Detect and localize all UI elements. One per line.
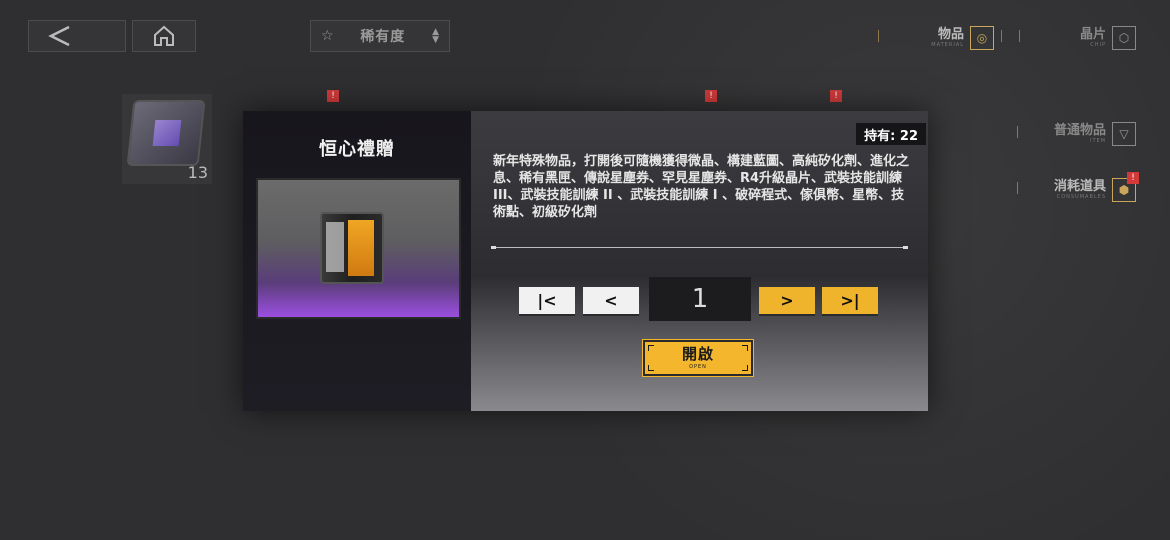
chevron-right-icon: > [780,291,794,310]
back-button[interactable] [28,20,126,52]
divider-mark [1017,182,1018,194]
category-material[interactable]: 物品 MATERIAL ◎ [931,22,994,54]
max-quantity-button[interactable]: >| [822,287,878,314]
inventory-item[interactable]: 13 [122,94,212,184]
chip-item-icon [126,100,206,166]
new-badge: ! [830,90,842,102]
corner-mark [742,345,748,351]
gift-box-icon [320,212,384,284]
category-item[interactable]: 普通物品 ITEM ▽ [1054,118,1136,150]
item-title: 恒心禮贈 [319,139,395,160]
item-preview-pane: 恒心禮贈 [243,111,471,411]
item-info-pane: 持有: 22 新年特殊物品，打開後可隨機獲得微晶、構建藍圖、高純矽化劑、進化之息… [471,111,928,411]
divider-mark [878,30,879,42]
home-button[interactable] [132,20,196,52]
category-item-en: ITEM [1089,138,1106,144]
item-image [256,178,461,319]
category-material-en: MATERIAL [931,42,964,48]
corner-mark [648,345,654,351]
item-icon: ▽ [1112,122,1136,146]
new-badge: ! [1127,172,1139,184]
sort-arrows-icon: ▲ ▼ [432,27,439,45]
last-page-icon: >| [840,291,860,310]
divider-mark [1019,30,1020,42]
divider-line [491,246,908,249]
home-icon [154,25,174,46]
category-consumables-label: 消耗道具 [1053,179,1106,194]
category-consumables-en: CONSUMABLES [1056,194,1106,200]
chip-icon: ⬡ [1112,26,1136,50]
item-detail-dialog: 恒心禮贈 持有: 22 新年特殊物品，打開後可隨機獲得微晶、構建藍圖、高純矽化劑… [243,111,928,411]
divider-mark [1001,30,1002,42]
increase-button[interactable]: > [759,287,815,314]
divider-mark [1017,126,1018,138]
category-item-label: 普通物品 [1053,123,1106,138]
sort-label: 稀有度 [360,29,406,45]
new-badge: ! [327,90,339,102]
material-icon: ◎ [970,26,994,50]
item-count: 13 [187,163,208,182]
corner-mark [648,365,654,371]
sort-dropdown[interactable]: ☆ 稀有度 ▲ ▼ [310,20,450,52]
open-button-sublabel: OPEN [689,363,707,370]
category-material-label: 物品 [937,27,964,42]
quantity-value[interactable]: 1 [649,277,751,321]
star-icon: ☆ [321,28,334,44]
open-button-label: 開啟 [681,344,714,363]
category-chip-label: 晶片 [1079,27,1106,42]
category-chip[interactable]: 晶片 CHIP ⬡ [1080,22,1136,54]
open-button[interactable]: 開啟 OPEN [642,339,754,377]
corner-mark [742,365,748,371]
chevron-left-icon: < [604,291,618,310]
category-chip-en: CHIP [1090,42,1106,48]
first-page-icon: |< [537,291,557,310]
holding-count: 持有: 22 [856,123,926,145]
new-badge: ! [705,90,717,102]
first-page-button[interactable]: |< [519,287,575,314]
decrease-button[interactable]: < [583,287,639,314]
item-description: 新年特殊物品，打開後可隨機獲得微晶、構建藍圖、高純矽化劑、進化之息、稀有黑匣、傳… [493,154,910,220]
category-consumables[interactable]: 消耗道具 CONSUMABLES ⬢ [1054,174,1136,206]
chevron-left-icon [48,25,70,47]
